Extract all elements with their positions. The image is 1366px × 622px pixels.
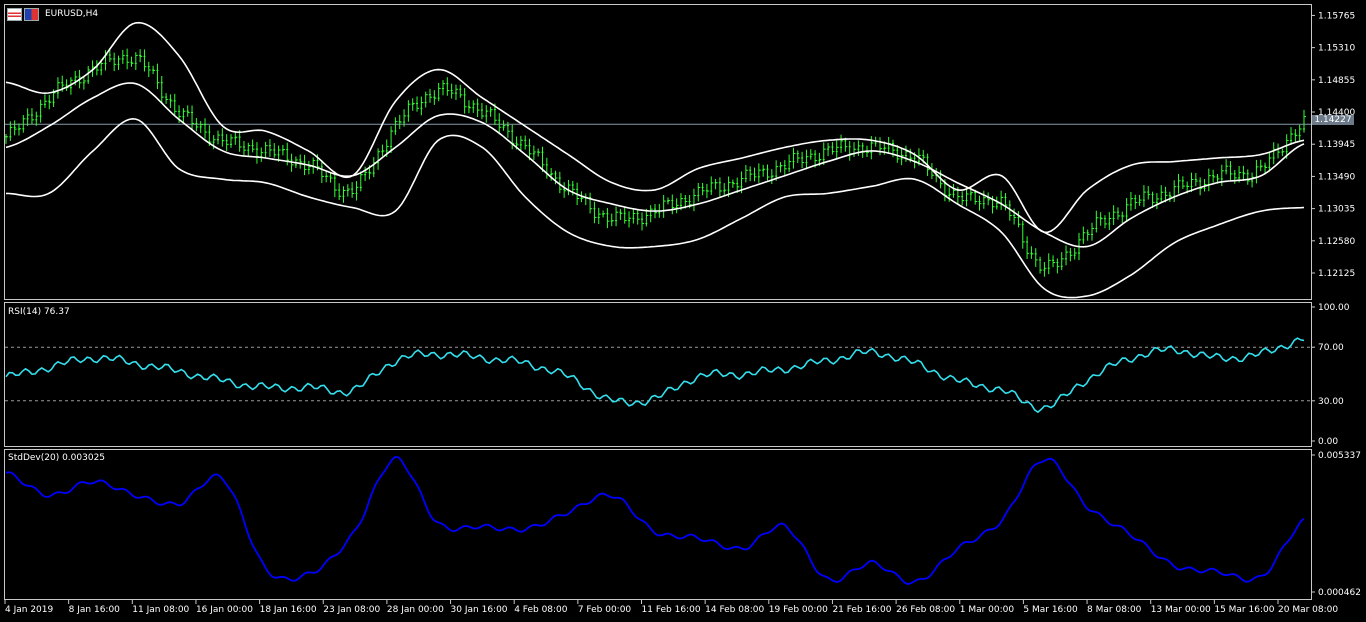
time-tick-label: 13 Mar 00:00 [1151, 605, 1211, 615]
price-tick-label: 1.14855 [1318, 76, 1355, 86]
time-tick-label: 15 Mar 16:00 [1214, 605, 1274, 615]
price-tick-label: 1.15310 [1318, 44, 1355, 54]
time-tick-label: 1 Mar 00:00 [960, 605, 1015, 615]
time-tick-label: 8 Jan 16:00 [69, 605, 121, 615]
axes: 1.157651.153101.148551.144001.139451.134… [4, 11, 1361, 615]
time-tick-label: 20 Mar 08:00 [1278, 605, 1338, 615]
stddev-label: StdDev(20) 0.003025 [8, 453, 106, 463]
stddev-tick-label: 0.000462 [1318, 588, 1361, 598]
rsi-label: RSI(14) 76.37 [8, 307, 70, 317]
time-tick-label: 28 Jan 00:00 [387, 605, 444, 615]
stddev-line [5, 455, 1305, 586]
time-tick-label: 11 Jan 08:00 [132, 605, 189, 615]
time-tick-label: 5 Mar 16:00 [1023, 605, 1078, 615]
price-tick-label: 1.12580 [1318, 237, 1355, 247]
rsi-tick-label: 30.00 [1318, 397, 1344, 407]
rsi-tick-label: 70.00 [1318, 343, 1344, 353]
rsi-tick-label: 0.00 [1318, 437, 1338, 447]
price-tick-label: 1.13035 [1318, 205, 1355, 215]
time-tick-label: 7 Feb 00:00 [578, 605, 632, 615]
time-tick-label: 30 Jan 16:00 [451, 605, 508, 615]
price-tick-label: 1.13490 [1318, 172, 1355, 182]
main-panel-frame [4, 4, 1312, 300]
price-tick-label: 1.13945 [1318, 140, 1355, 150]
rsi-tick-label: 100.00 [1318, 303, 1350, 313]
stddev-panel-frame [4, 449, 1312, 600]
time-tick-label: 21 Feb 16:00 [832, 605, 891, 615]
time-tick-label: 23 Jan 08:00 [323, 605, 380, 615]
symbol-title: EURUSD,H4 [45, 9, 99, 19]
chart-canvas: 1.157651.153101.148551.144001.139451.134… [4, 4, 1361, 615]
stddev-plot [5, 455, 1305, 586]
rsi-panel-frame [4, 302, 1312, 447]
time-tick-label: 16 Jan 00:00 [196, 605, 253, 615]
rsi-plot [5, 337, 1311, 414]
stddev-tick-label: 0.005337 [1318, 451, 1361, 461]
time-tick-label: 26 Feb 08:00 [896, 605, 955, 615]
time-tick-label: 8 Mar 08:00 [1087, 605, 1142, 615]
price-plot [5, 21, 1311, 299]
time-tick-label: 18 Jan 16:00 [260, 605, 317, 615]
current-price-badge: 1.14227 [1312, 115, 1354, 125]
time-tick-label: 4 Feb 08:00 [514, 605, 568, 615]
chart-window-icon[interactable] [7, 8, 22, 21]
time-tick-label: 19 Feb 00:00 [769, 605, 828, 615]
price-tick-label: 1.12125 [1318, 269, 1355, 279]
time-tick-label: 11 Feb 16:00 [642, 605, 701, 615]
time-tick-label: 14 Feb 08:00 [705, 605, 764, 615]
price-tick-label: 1.15765 [1318, 11, 1355, 21]
time-tick-label: 4 Jan 2019 [5, 605, 53, 615]
flag-icon[interactable] [24, 8, 39, 21]
